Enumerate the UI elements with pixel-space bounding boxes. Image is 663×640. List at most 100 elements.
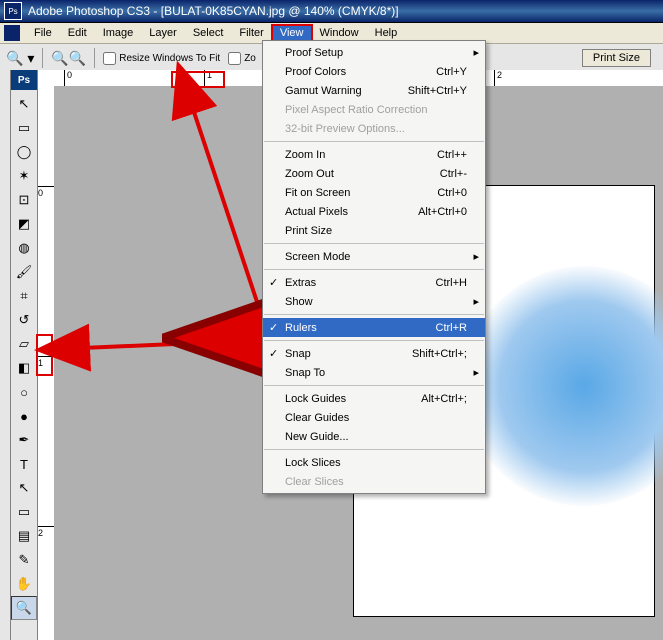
menu-item-lock-slices[interactable]: Lock Slices (263, 453, 485, 472)
zoom-preset-controls[interactable]: 🔍🔍 (51, 50, 86, 67)
photoshop-small-icon (4, 25, 20, 41)
menu-edit[interactable]: Edit (60, 25, 95, 41)
crop-tool[interactable]: ⊡ (11, 188, 37, 212)
menu-item-label: Actual Pixels (285, 206, 348, 218)
type-tool[interactable]: T (11, 452, 37, 476)
brush-tool[interactable]: 🖌 (11, 260, 37, 284)
shape-tool[interactable]: ▭ (11, 500, 37, 524)
menu-item-proof-colors[interactable]: Proof Colors Ctrl+Y (263, 62, 485, 81)
toolbox-handle[interactable] (0, 70, 11, 640)
menu-item-label: Snap To (285, 367, 325, 379)
image-content (464, 266, 663, 506)
menu-item-rulers[interactable]: ✓RulersCtrl+R (263, 318, 485, 337)
menu-item-label: Screen Mode (285, 251, 350, 263)
submenu-arrow-icon: ▸ (473, 250, 479, 263)
menu-item-shortcut: Alt+Ctrl+0 (418, 206, 467, 218)
menu-separator (264, 141, 484, 142)
menu-file[interactable]: File (26, 25, 60, 41)
zoom-checkbox[interactable]: Zo (228, 52, 256, 65)
menu-item-label: Clear Guides (285, 412, 349, 424)
move-tool[interactable]: ↖ (11, 92, 37, 116)
menu-item-clear-guides[interactable]: Clear Guides (263, 408, 485, 427)
menu-item-snap-to[interactable]: Snap To▸ (263, 363, 485, 382)
menu-filter[interactable]: Filter (231, 25, 271, 41)
wand-tool[interactable]: ✶ (11, 164, 37, 188)
print-size-button[interactable]: Print Size (582, 49, 651, 67)
gradient-tool[interactable]: ◧ (11, 356, 37, 380)
menu-item-shortcut: Ctrl+Y (436, 66, 467, 78)
marquee-tool[interactable]: ▭ (11, 116, 37, 140)
lasso-tool[interactable]: ◯ (11, 140, 37, 164)
menu-item-actual-pixels[interactable]: Actual Pixels Alt+Ctrl+0 (263, 202, 485, 221)
menu-item-shortcut: Ctrl++ (437, 149, 467, 161)
menu-separator (264, 449, 484, 450)
menu-view[interactable]: View (272, 25, 312, 41)
menu-item-proof-setup[interactable]: Proof Setup▸ (263, 43, 485, 62)
menu-image[interactable]: Image (95, 25, 142, 41)
menu-item-label: 32-bit Preview Options... (285, 123, 405, 135)
eyedropper-tool[interactable]: ✎ (11, 548, 37, 572)
menu-item-show[interactable]: Show▸ (263, 292, 485, 311)
resize-windows-label: Resize Windows To Fit (119, 53, 220, 64)
ruler-tick: 1 (204, 70, 212, 86)
title-text: Adobe Photoshop CS3 - [BULAT-0K85CYAN.jp… (28, 4, 399, 18)
menu-item-shortcut: Ctrl+R (436, 322, 467, 334)
menu-item-shortcut: Ctrl+0 (437, 187, 467, 199)
menu-item-zoom-in[interactable]: Zoom InCtrl++ (263, 145, 485, 164)
check-icon: ✓ (269, 321, 278, 334)
menu-item-new-guide[interactable]: New Guide... (263, 427, 485, 446)
ruler-tick: 2 (494, 70, 502, 86)
separator (42, 48, 43, 68)
healing-tool[interactable]: ◍ (11, 236, 37, 260)
menu-item-shortcut: Shift+Ctrl+Y (408, 85, 467, 97)
menu-item-label: Proof Setup (285, 47, 343, 59)
vertical-ruler[interactable]: 0 1 2 (38, 86, 55, 640)
zoom-check[interactable] (228, 52, 241, 65)
pen-tool[interactable]: ✒ (11, 428, 37, 452)
menu-window[interactable]: Window (312, 25, 367, 41)
history-tool[interactable]: ↺ (11, 308, 37, 332)
menu-item-label: Lock Guides (285, 393, 346, 405)
check-icon: ✓ (269, 276, 278, 289)
menu-separator (264, 340, 484, 341)
menu-item-label: Show (285, 296, 313, 308)
menu-item-label: Print Size (285, 225, 332, 237)
menu-item-extras[interactable]: ✓ExtrasCtrl+H (263, 273, 485, 292)
menu-item-fit-on-screen[interactable]: Fit on ScreenCtrl+0 (263, 183, 485, 202)
resize-windows-check[interactable] (103, 52, 116, 65)
menu-select[interactable]: Select (185, 25, 232, 41)
hand-tool[interactable]: ✋ (11, 572, 37, 596)
menu-item-32-bit-preview-options: 32-bit Preview Options... (263, 119, 485, 138)
menu-item-zoom-out[interactable]: Zoom OutCtrl+- (263, 164, 485, 183)
ruler-tick: 1 (38, 356, 54, 368)
menu-item-clear-slices: Clear Slices (263, 472, 485, 491)
toolbox: Ps ↖▭◯✶⊡◩◍🖌⌗↺▱◧○●✒T↖▭▤✎✋🔍 (11, 70, 38, 640)
menu-item-label: Pixel Aspect Ratio Correction (285, 104, 427, 116)
slice-tool[interactable]: ◩ (11, 212, 37, 236)
zoom-label: Zo (244, 53, 256, 64)
ruler-corner[interactable] (38, 70, 55, 87)
zoom-tool-icon: 🔍 ▾ (6, 50, 34, 67)
menu-item-lock-guides[interactable]: Lock GuidesAlt+Ctrl+; (263, 389, 485, 408)
menu-layer[interactable]: Layer (141, 25, 185, 41)
menu-item-label: Zoom Out (285, 168, 334, 180)
path-tool[interactable]: ↖ (11, 476, 37, 500)
notes-tool[interactable]: ▤ (11, 524, 37, 548)
menu-help[interactable]: Help (367, 25, 406, 41)
menu-item-snap[interactable]: ✓SnapShift+Ctrl+; (263, 344, 485, 363)
stamp-tool[interactable]: ⌗ (11, 284, 37, 308)
resize-windows-checkbox[interactable]: Resize Windows To Fit (103, 52, 220, 65)
zoom-tool[interactable]: 🔍 (11, 596, 37, 620)
menu-item-label: New Guide... (285, 431, 349, 443)
eraser-tool[interactable]: ▱ (11, 332, 37, 356)
menu-item-label: Lock Slices (285, 457, 341, 469)
menu-item-label: Snap (285, 348, 311, 360)
menu-item-screen-mode[interactable]: Screen Mode ▸ (263, 247, 485, 266)
menu-item-print-size[interactable]: Print Size (263, 221, 485, 240)
ruler-tick: 0 (64, 70, 72, 86)
menu-item-label: Proof Colors (285, 66, 346, 78)
menu-item-gamut-warning[interactable]: Gamut WarningShift+Ctrl+Y (263, 81, 485, 100)
blur-tool[interactable]: ● (11, 404, 37, 428)
toolbox-header-icon: Ps (11, 70, 37, 90)
dodge-tool[interactable]: ○ (11, 380, 37, 404)
